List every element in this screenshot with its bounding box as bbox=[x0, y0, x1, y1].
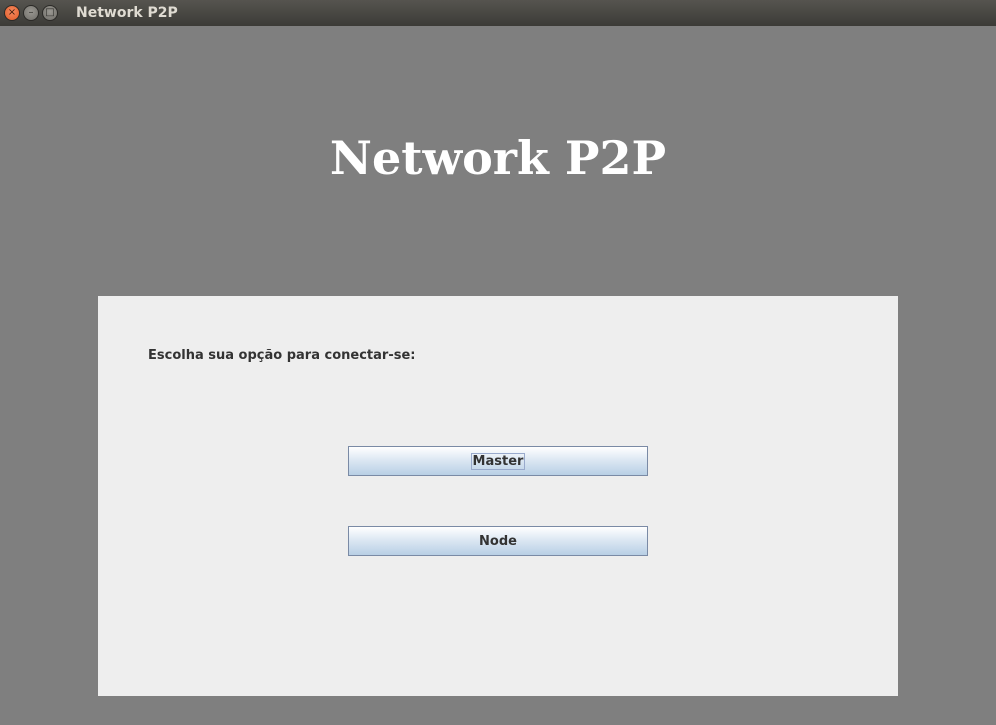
title-bar[interactable]: × – □ Network P2P bbox=[0, 0, 996, 26]
node-button[interactable]: Node bbox=[348, 526, 648, 556]
master-button-label: Master bbox=[470, 452, 526, 470]
close-icon[interactable]: × bbox=[4, 5, 20, 21]
master-button[interactable]: Master bbox=[348, 446, 648, 476]
minimize-icon[interactable]: – bbox=[23, 5, 39, 21]
connection-prompt-label: Escolha sua opção para conectar-se: bbox=[148, 348, 416, 363]
connection-panel: Escolha sua opção para conectar-se: Mast… bbox=[98, 296, 898, 696]
window-title: Network P2P bbox=[76, 5, 178, 21]
maximize-icon[interactable]: □ bbox=[42, 5, 58, 21]
app-window: × – □ Network P2P Network P2P Escolha su… bbox=[0, 0, 996, 725]
page-title: Network P2P bbox=[329, 131, 667, 185]
node-button-label: Node bbox=[479, 533, 517, 549]
